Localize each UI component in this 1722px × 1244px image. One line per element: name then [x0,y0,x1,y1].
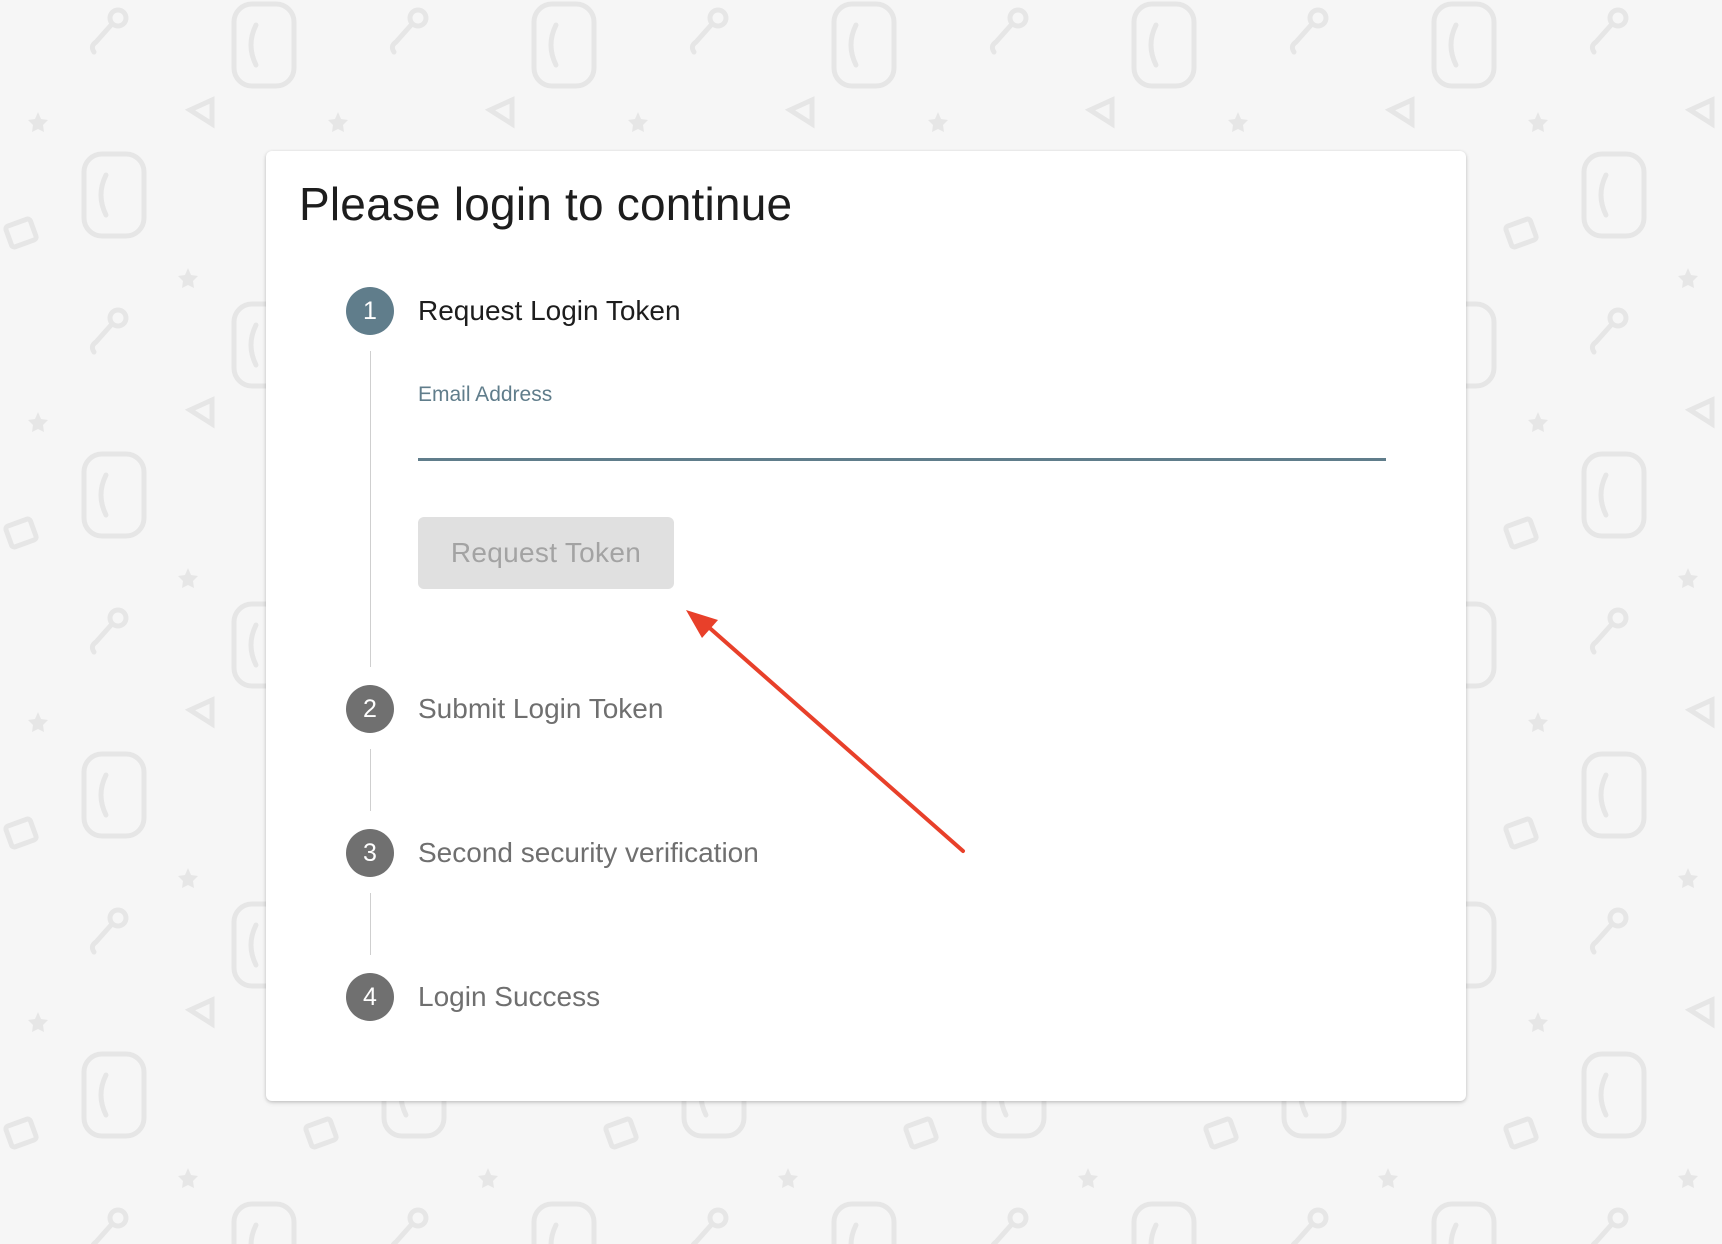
step-3-circle: 3 [346,829,394,877]
step-connector-1 [370,351,371,667]
step-4-label: Login Success [418,981,601,1012]
login-card: Please login to continue 1 Request Login… [266,151,1466,1101]
email-field[interactable] [418,413,1386,461]
step-1-circle: 1 [346,287,394,335]
step-connector-3 [370,893,371,955]
step-2-label: Submit Login Token [418,693,664,724]
step-4-number: 4 [363,982,377,1011]
step-4-circle: 4 [346,973,394,1021]
step-1-label: Request Login Token [418,295,681,326]
step-3-label: Second security verification [418,837,759,868]
step-1-number: 1 [363,296,377,325]
step-2-circle: 2 [346,685,394,733]
step-2-number: 2 [363,694,377,723]
step-3-number: 3 [363,838,377,867]
step-connector-2 [370,749,371,811]
request-token-button[interactable]: Request Token [418,517,674,589]
page-title: Please login to continue [299,178,793,230]
email-field-label: Email Address [418,383,553,406]
